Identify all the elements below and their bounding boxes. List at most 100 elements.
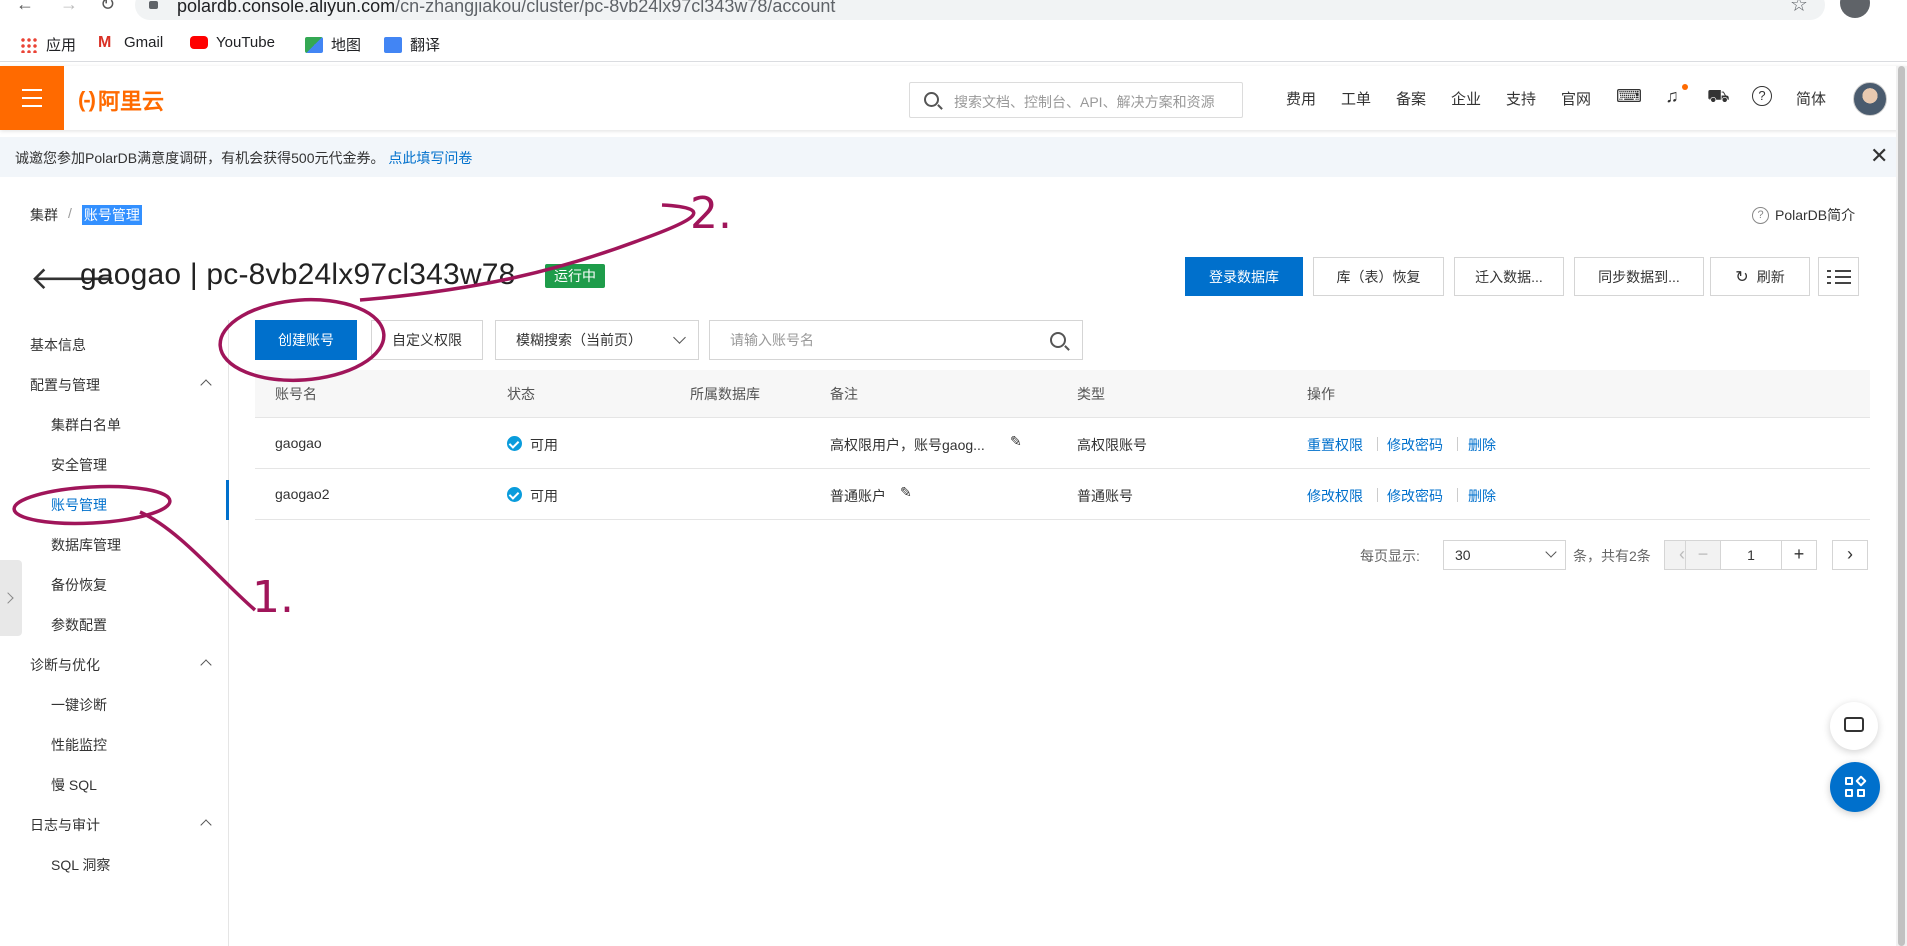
breadcrumb-current: 账号管理 bbox=[81, 205, 142, 225]
nav-link-icp[interactable]: 备案 bbox=[1396, 88, 1426, 109]
sidebar-item-diagnose[interactable]: 一键诊断 bbox=[51, 695, 107, 715]
login-database-button[interactable]: 登录数据库 bbox=[1185, 257, 1303, 296]
bookmark-label: 应用 bbox=[46, 37, 77, 54]
page-scrollbar[interactable] bbox=[1896, 66, 1907, 946]
search-mode-select[interactable]: 模糊搜索（当前页） bbox=[495, 320, 699, 360]
forward-arrow-icon[interactable]: → bbox=[60, 0, 78, 15]
reload-icon[interactable]: ↻ bbox=[100, 0, 115, 15]
language-switch[interactable]: 简体 bbox=[1796, 88, 1826, 109]
help-icon[interactable]: ? bbox=[1752, 86, 1772, 106]
bell-icon[interactable]: ♫ bbox=[1662, 86, 1682, 106]
account-search-input[interactable]: 请输入账号名 bbox=[709, 320, 1083, 360]
sidebar-item-accounts[interactable]: 账号管理 bbox=[51, 495, 107, 515]
sidebar-active-indicator bbox=[226, 480, 229, 520]
sidebar-item-backup[interactable]: 备份恢复 bbox=[51, 575, 107, 595]
address-bar[interactable]: polardb.console.aliyun.com/cn-zhangjiako… bbox=[135, 0, 1825, 20]
migrate-in-button[interactable]: 迁入数据... bbox=[1454, 257, 1564, 296]
sidebar-group-label[interactable]: 日志与审计 bbox=[30, 815, 100, 835]
bookmark-youtube[interactable]: YouTube bbox=[190, 34, 275, 51]
delete-link[interactable]: 删除 bbox=[1468, 435, 1496, 455]
menu-hamburger-icon[interactable] bbox=[0, 66, 64, 130]
notification-dot bbox=[1682, 84, 1688, 90]
nav-link-official[interactable]: 官网 bbox=[1561, 88, 1591, 109]
bookmark-label: 翻译 bbox=[410, 37, 441, 54]
sidebar-item-sql-insight[interactable]: SQL 洞察 bbox=[51, 855, 110, 875]
sidebar-expand-handle[interactable] bbox=[0, 560, 22, 636]
next-page-button[interactable]: › bbox=[1832, 540, 1868, 570]
page-decrement-button[interactable]: − bbox=[1685, 540, 1721, 570]
chevron-up-icon[interactable] bbox=[200, 659, 212, 671]
column-header: 账号名 bbox=[275, 386, 317, 402]
console-search-input[interactable]: 搜索文档、控制台、API、解决方案和资源 bbox=[909, 82, 1243, 118]
nav-link-tickets[interactable]: 工单 bbox=[1341, 88, 1371, 109]
bookmark-apps[interactable]: 应用 bbox=[20, 34, 76, 55]
bookmark-label: 地图 bbox=[331, 37, 362, 54]
sidebar-item-monitor[interactable]: 性能监控 bbox=[51, 735, 107, 755]
edit-pencil-icon[interactable]: ✎ bbox=[1010, 433, 1022, 450]
bookmark-maps[interactable]: 地图 bbox=[305, 34, 361, 55]
sidebar-item-security[interactable]: 安全管理 bbox=[51, 455, 107, 475]
bookmark-gmail[interactable]: M Gmail bbox=[98, 34, 163, 51]
logo-text: 阿里云 bbox=[97, 89, 164, 114]
reset-permission-link[interactable]: 重置权限 bbox=[1307, 435, 1363, 455]
change-password-link[interactable]: 修改密码 bbox=[1387, 435, 1443, 455]
column-header: 类型 bbox=[1077, 386, 1105, 402]
page-increment-button[interactable]: + bbox=[1781, 540, 1817, 570]
polardb-intro-link[interactable]: ? PolarDB简介 bbox=[1752, 205, 1855, 225]
nav-link-billing[interactable]: 费用 bbox=[1286, 88, 1316, 109]
back-arrow-icon[interactable]: ← bbox=[16, 0, 34, 15]
column-header: 状态 bbox=[507, 386, 535, 402]
cloud-shell-icon[interactable]: ⌨ bbox=[1616, 86, 1642, 106]
sidebar-item-slow-sql[interactable]: 慢 SQL bbox=[51, 775, 97, 795]
nav-link-enterprise[interactable]: 企业 bbox=[1451, 88, 1481, 109]
survey-link[interactable]: 点此填写问卷 bbox=[388, 150, 472, 166]
op-divider bbox=[1377, 488, 1378, 502]
table-restore-button[interactable]: 库（表）恢复 bbox=[1313, 257, 1444, 296]
per-page-select[interactable]: 30 bbox=[1443, 540, 1566, 570]
change-password-link[interactable]: 修改密码 bbox=[1387, 486, 1443, 506]
sidebar-item-basic-info[interactable]: 基本信息 bbox=[30, 335, 86, 355]
edit-pencil-icon[interactable]: ✎ bbox=[900, 484, 912, 501]
bookmark-translate[interactable]: 翻译 bbox=[384, 34, 440, 55]
scrollbar-thumb[interactable] bbox=[1898, 66, 1905, 946]
bookmarks-bar: 应用 M Gmail YouTube 地图 翻译 bbox=[0, 26, 1907, 62]
modify-permission-link[interactable]: 修改权限 bbox=[1307, 486, 1363, 506]
op-divider bbox=[1457, 488, 1458, 502]
nav-link-support[interactable]: 支持 bbox=[1506, 88, 1536, 109]
chat-feedback-button[interactable] bbox=[1830, 702, 1878, 750]
sidebar: 基本信息 配置与管理 集群白名单 安全管理 账号管理 数据库管理 备份恢复 参数… bbox=[0, 320, 229, 946]
youtube-icon bbox=[190, 36, 208, 49]
profile-icon[interactable] bbox=[1840, 0, 1870, 18]
sync-data-button[interactable]: 同步数据到... bbox=[1574, 257, 1704, 296]
chevron-down-icon bbox=[1545, 546, 1557, 558]
chevron-up-icon[interactable] bbox=[200, 379, 212, 391]
refresh-button[interactable]: ↻ 刷新 bbox=[1710, 257, 1810, 296]
breadcrumb-cluster[interactable]: 集群 bbox=[30, 205, 58, 225]
page-title: gaogao | pc-8vb24lx97cl343w78 bbox=[80, 258, 516, 291]
aliyun-logo[interactable]: (-) 阿里云 bbox=[78, 84, 164, 116]
search-icon[interactable] bbox=[1050, 332, 1066, 348]
chevron-up-icon[interactable] bbox=[200, 819, 212, 831]
sidebar-group-label[interactable]: 诊断与优化 bbox=[30, 655, 100, 675]
apps-grid-icon bbox=[20, 36, 38, 53]
user-avatar[interactable] bbox=[1853, 82, 1887, 116]
close-icon[interactable]: ✕ bbox=[1870, 145, 1888, 167]
task-list-icon[interactable] bbox=[1818, 257, 1859, 296]
grid-icon bbox=[1857, 789, 1865, 797]
account-name: gaogao bbox=[275, 435, 322, 451]
notice-text: 诚邀您参加PolarDB满意度调研，有机会获得500元代金券。 点此填写问卷 bbox=[15, 150, 473, 166]
page-number-input[interactable]: 1 bbox=[1720, 540, 1782, 570]
sidebar-item-params[interactable]: 参数配置 bbox=[51, 615, 107, 635]
custom-permission-button[interactable]: 自定义权限 bbox=[371, 320, 483, 360]
apps-widget-button[interactable] bbox=[1830, 762, 1880, 812]
cart-icon[interactable]: ⛟ bbox=[1707, 86, 1730, 106]
create-account-button[interactable]: 创建账号 bbox=[255, 320, 357, 360]
button-label: 同步数据到... bbox=[1598, 268, 1680, 285]
sidebar-item-databases[interactable]: 数据库管理 bbox=[51, 535, 121, 555]
sidebar-item-whitelist[interactable]: 集群白名单 bbox=[51, 415, 121, 435]
delete-link[interactable]: 删除 bbox=[1468, 486, 1496, 506]
sidebar-group-label[interactable]: 配置与管理 bbox=[30, 375, 100, 395]
bookmark-star-icon[interactable]: ☆ bbox=[1790, 0, 1808, 17]
account-status: 可用 bbox=[530, 437, 558, 453]
grid-icon bbox=[1845, 789, 1853, 797]
